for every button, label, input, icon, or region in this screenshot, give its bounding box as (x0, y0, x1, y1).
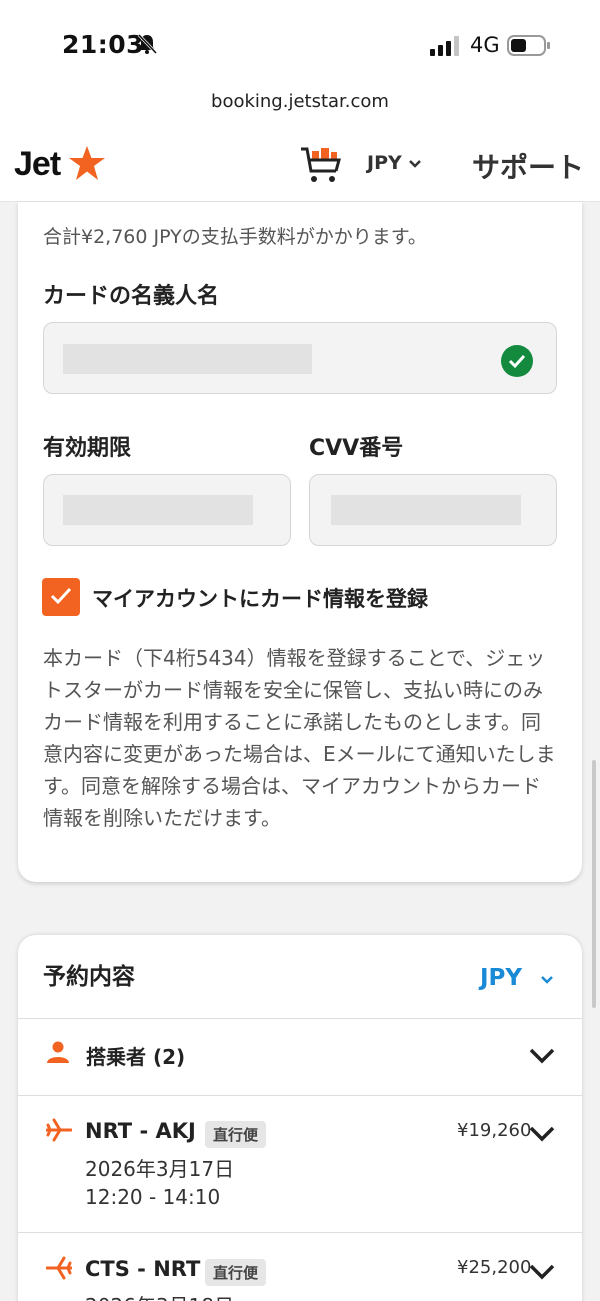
fee-note: 合計¥2,760 JPYの支払手数料がかかります。 (43, 226, 427, 248)
divider (18, 1095, 582, 1096)
chevron-down-icon[interactable] (528, 1263, 556, 1281)
flight-price: ¥25,200 (457, 1257, 532, 1278)
currency-selector[interactable]: JPY (367, 152, 402, 174)
summary-currency-selector[interactable]: JPY (480, 965, 522, 991)
status-time: 21:03 (62, 30, 145, 59)
nonstop-badge: 直行便 (205, 1259, 267, 1286)
save-card-label[interactable]: マイアカウントにカード情報を登録 (92, 583, 428, 613)
masked-value (331, 495, 521, 525)
passengers-label[interactable]: 搭乗者 (2) (86, 1041, 185, 1070)
flight-price: ¥19,260 (457, 1120, 532, 1141)
check-circle-icon (501, 345, 533, 377)
url-bar[interactable]: booking.jetstar.com (0, 82, 600, 128)
flight-date: 2026年3月17日 (85, 1157, 235, 1181)
cvv-label: CVV番号 (309, 436, 404, 461)
nonstop-badge: 直行便 (205, 1121, 267, 1148)
chevron-down-icon[interactable] (528, 1047, 556, 1065)
url-text: booking.jetstar.com (211, 91, 389, 112)
masked-value (63, 495, 253, 525)
cart-icon[interactable] (300, 145, 342, 185)
status-bar: 21:03 4G (0, 0, 600, 82)
chevron-down-icon (409, 160, 421, 168)
signal-icon (430, 36, 459, 56)
chevron-down-icon (541, 976, 553, 984)
divider (18, 1232, 582, 1233)
flight-date: 2026年3月18日 (85, 1290, 234, 1301)
chevron-down-icon[interactable] (528, 1125, 556, 1143)
cvv-field[interactable] (309, 474, 557, 546)
flight-route: CTS - NRT (85, 1257, 201, 1281)
scrollbar[interactable] (592, 760, 596, 1008)
plane-icon (46, 1256, 72, 1280)
app-header: Jet JPY サポート (0, 128, 600, 202)
battery-icon (507, 35, 550, 56)
masked-value (63, 344, 312, 374)
divider (18, 1018, 582, 1019)
plane-icon (46, 1118, 72, 1142)
payment-form-card: 合計¥2,760 JPYの支払手数料がかかります。 カードの名義人名 有効期限 … (18, 202, 582, 882)
jetstar-logo[interactable]: Jet (14, 145, 61, 184)
person-icon (47, 1041, 69, 1063)
consent-text: 本カード（下4桁5434）情報を登録することで、ジェットスターがカード情報を安全… (43, 646, 556, 830)
flight-time: 12:20 - 14:10 (85, 1185, 221, 1209)
expiry-label: 有効期限 (43, 436, 132, 461)
expiry-field[interactable] (43, 474, 291, 546)
support-link[interactable]: サポート (472, 146, 584, 186)
bell-muted-icon (137, 33, 158, 55)
flight-route: NRT - AKJ (85, 1119, 196, 1143)
star-logo-icon (69, 146, 105, 180)
cardholder-name-field[interactable] (43, 322, 557, 394)
cardholder-label: カードの名義人名 (43, 284, 220, 309)
summary-title: 予約内容 (43, 964, 135, 990)
save-card-checkbox[interactable] (42, 578, 80, 616)
network-type: 4G (470, 33, 500, 57)
booking-summary-card: 予約内容 JPY 搭乗者 (2) NRT - AKJ 直行便 ¥19,260 2… (18, 935, 582, 1301)
